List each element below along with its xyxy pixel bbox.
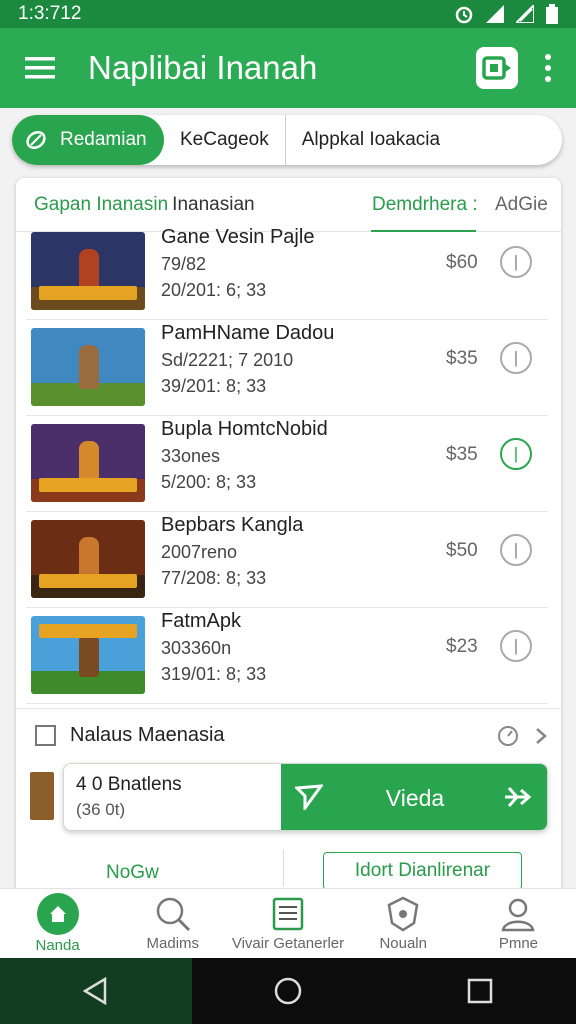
- tab-demdrhera[interactable]: Demdrhera :: [372, 194, 478, 216]
- vieda-button[interactable]: Vieda: [281, 764, 547, 830]
- game-title: Gane Vesin Pajle: [161, 226, 315, 248]
- game-date: 20/201: 6; 33: [161, 280, 267, 300]
- info-icon[interactable]: |: [500, 630, 532, 662]
- tag-icon: [26, 131, 46, 149]
- game-price: $60: [446, 252, 478, 273]
- recents-button[interactable]: [384, 958, 576, 1024]
- wifi-icon: [516, 5, 534, 23]
- select-row[interactable]: Nalaus Maenasia: [16, 708, 561, 762]
- partial-thumbnail: [30, 772, 54, 820]
- nav-item-noualn[interactable]: Noualn: [346, 889, 461, 958]
- divider: [283, 850, 284, 886]
- list-item[interactable]: Bepbars Kangla 2007reno 77/208: 8; 33 $5…: [26, 512, 548, 608]
- selection-count: 4 0 Bnatlens: [76, 774, 182, 795]
- system-navigation: [0, 958, 576, 1024]
- selection-subtotal: (36 0t): [76, 800, 126, 819]
- nav-label: Vivair Getanerler: [231, 935, 345, 952]
- search-icon: [156, 897, 190, 932]
- hamburger-icon[interactable]: [0, 56, 80, 80]
- filter-chip-kecageok[interactable]: KeCageok: [164, 115, 285, 165]
- nav-item-madims[interactable]: Madims: [115, 889, 230, 958]
- list-item[interactable]: Gane Vesin Pajle 79/82 20/201: 6; 33 $60…: [26, 224, 548, 320]
- nav-label: Pmne: [498, 935, 538, 952]
- nav-item-vivair[interactable]: Vivair Getanerler: [230, 889, 345, 958]
- app-logo-icon[interactable]: [476, 47, 518, 89]
- game-meta: 303360n: [161, 638, 232, 658]
- tab-gapan-inanasin[interactable]: Gapan Inanasin: [16, 194, 168, 216]
- shield-icon: [387, 896, 419, 932]
- game-meta: 2007reno: [161, 542, 238, 562]
- filter-bar: Redamian KeCageok Alppkal Ioakacia: [12, 115, 562, 165]
- alarm-icon: [455, 6, 473, 24]
- filter-chip-alppkal[interactable]: Alppkal Ioakacia: [286, 115, 456, 165]
- game-title: Bupla HomtcNobid: [161, 418, 328, 440]
- game-title: FatmApk: [161, 610, 242, 632]
- game-meta: 33ones: [161, 446, 221, 466]
- bottom-navigation: Nanda Madims Vivair Getanerler Noualn Pm…: [0, 888, 576, 958]
- info-icon[interactable]: |: [500, 342, 532, 374]
- overflow-menu-icon[interactable]: [536, 54, 560, 82]
- filter-chip-redamian[interactable]: Redamian: [12, 115, 164, 165]
- list-item[interactable]: Bupla HomtcNobid 33ones 5/200: 8; 33 $35…: [26, 416, 548, 512]
- nav-item-pmne[interactable]: Pmne: [461, 889, 576, 958]
- game-thumbnail: [31, 328, 145, 406]
- nav-label: Madims: [146, 935, 200, 952]
- game-price: $35: [446, 444, 478, 465]
- signal-icon: [486, 5, 504, 23]
- select-label: Nalaus Maenasia: [70, 724, 225, 746]
- game-thumbnail: [31, 424, 145, 502]
- tab-inanasian[interactable]: Inanasian: [168, 194, 254, 216]
- status-time: 1:3:712: [18, 3, 82, 24]
- game-date: 39/201: 8; 33: [161, 376, 267, 396]
- status-icons: [454, 4, 558, 24]
- profile-icon: [501, 898, 535, 932]
- select-checkbox[interactable]: [35, 725, 56, 746]
- arrow-forward-icon: [505, 787, 532, 807]
- selection-action-bar: 4 0 Bnatlens (36 0t) Vieda: [63, 763, 548, 831]
- game-price: $35: [446, 348, 478, 369]
- nav-label: Nanda: [35, 937, 80, 954]
- square-recents-icon: [467, 978, 493, 1004]
- back-icon: [83, 977, 107, 1005]
- filter-chip-label: Redamian: [60, 129, 147, 150]
- nav-item-nanda[interactable]: Nanda: [0, 889, 115, 958]
- timer-icon[interactable]: [497, 725, 519, 747]
- game-thumbnail: [31, 232, 145, 310]
- game-title: Bepbars Kangla: [161, 514, 304, 536]
- game-thumbnail: [31, 616, 145, 694]
- status-bar: 1:3:712: [0, 0, 576, 28]
- game-date: 5/200: 8; 33: [161, 472, 257, 492]
- list-icon: [272, 897, 304, 931]
- info-icon-active[interactable]: |: [500, 438, 532, 470]
- game-meta: 79/82: [161, 254, 207, 274]
- circle-home-icon: [274, 977, 302, 1005]
- chevron-right-icon[interactable]: [535, 727, 547, 745]
- tab-adgie[interactable]: AdGie: [495, 194, 548, 216]
- app-bar: Naplibai Inanah: [0, 28, 576, 108]
- list-item[interactable]: FatmApk 303360n 319/01: 8; 33 $23 |: [26, 608, 548, 704]
- info-icon[interactable]: |: [500, 246, 532, 278]
- back-button[interactable]: [0, 958, 192, 1024]
- game-date: 77/208: 8; 33: [161, 568, 267, 588]
- nav-label: Noualn: [379, 935, 427, 952]
- home-button[interactable]: [192, 958, 384, 1024]
- app-title: Naplibai Inanah: [88, 49, 318, 86]
- idort-button[interactable]: Idort Dianlirenar: [323, 852, 522, 890]
- home-icon: [36, 893, 79, 935]
- game-thumbnail: [31, 520, 145, 598]
- game-date: 319/01: 8; 33: [161, 664, 267, 684]
- info-icon[interactable]: |: [500, 534, 532, 566]
- list-item[interactable]: PamHName Dadou Sd/2221; 7 2010 39/201: 8…: [26, 320, 548, 416]
- game-price: $50: [446, 540, 478, 561]
- now-link[interactable]: NoGw: [106, 862, 159, 884]
- select-row-actions: [497, 725, 547, 747]
- battery-icon: [546, 4, 558, 24]
- game-title: PamHName Dadou: [161, 322, 335, 344]
- game-meta: Sd/2221; 7 2010: [161, 350, 294, 370]
- game-price: $23: [446, 636, 478, 657]
